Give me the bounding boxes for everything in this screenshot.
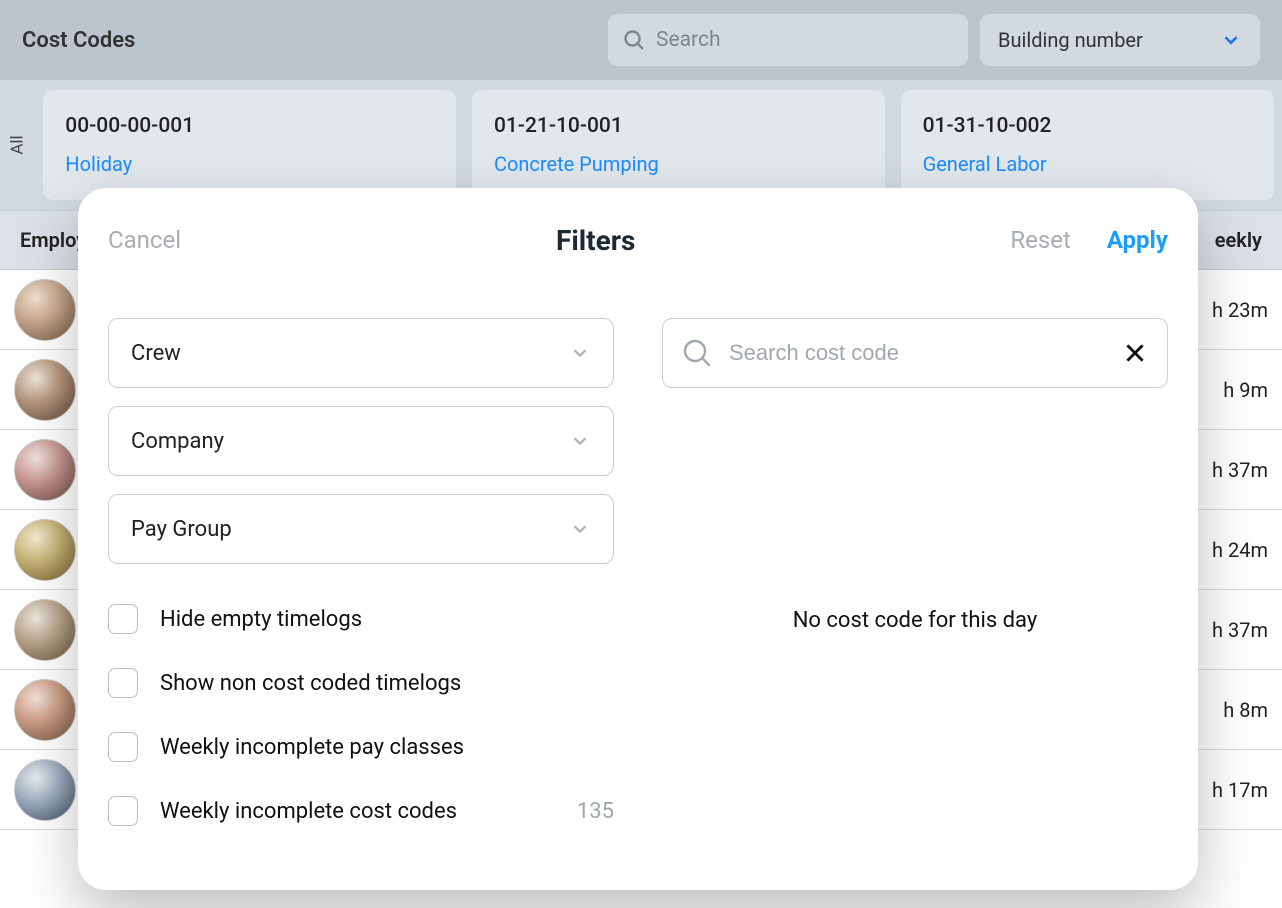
filters-right-column: No cost code for this day — [662, 318, 1168, 890]
chevron-down-icon — [569, 430, 591, 452]
checkbox-row-hide-empty: Hide empty timelogs — [108, 604, 614, 634]
checkbox-label: Show non cost coded timelogs — [160, 671, 614, 696]
cost-code-search-input[interactable] — [729, 340, 1105, 366]
company-select[interactable]: Company — [108, 406, 614, 476]
cost-code-search — [662, 318, 1168, 388]
checkbox-row-weekly-pay: Weekly incomplete pay classes — [108, 732, 614, 762]
checkbox-hide-empty[interactable] — [108, 604, 138, 634]
cancel-button[interactable]: Cancel — [108, 226, 181, 254]
reset-button[interactable]: Reset — [1010, 226, 1070, 254]
checkbox-list: Hide empty timelogs Show non cost coded … — [108, 604, 614, 826]
checkbox-weekly-cost[interactable] — [108, 796, 138, 826]
crew-select[interactable]: Crew — [108, 318, 614, 388]
apply-button[interactable]: Apply — [1107, 226, 1168, 254]
chevron-down-icon — [569, 342, 591, 364]
filters-modal: Cancel Filters Reset Apply Crew Company — [78, 188, 1198, 890]
checkbox-label: Weekly incomplete cost codes — [160, 799, 555, 824]
no-cost-code-message: No cost code for this day — [662, 608, 1168, 633]
chevron-down-icon — [569, 518, 591, 540]
checkbox-count: 135 — [577, 799, 614, 824]
pay-group-select[interactable]: Pay Group — [108, 494, 614, 564]
close-icon[interactable] — [1121, 339, 1149, 367]
checkbox-label: Hide empty timelogs — [160, 607, 614, 632]
modal-header: Cancel Filters Reset Apply — [78, 216, 1198, 264]
checkbox-row-weekly-cost: Weekly incomplete cost codes 135 — [108, 796, 614, 826]
select-label: Pay Group — [131, 517, 232, 542]
checkbox-row-show-non-cost: Show non cost coded timelogs — [108, 668, 614, 698]
checkbox-show-non-cost[interactable] — [108, 668, 138, 698]
select-label: Company — [131, 429, 224, 454]
filters-left-column: Crew Company Pay Group — [108, 318, 614, 890]
checkbox-label: Weekly incomplete pay classes — [160, 735, 614, 760]
modal-body: Crew Company Pay Group — [78, 264, 1198, 890]
checkbox-weekly-pay[interactable] — [108, 732, 138, 762]
modal-title: Filters — [556, 224, 635, 257]
search-icon — [681, 337, 713, 369]
select-label: Crew — [131, 341, 181, 366]
modal-overlay: Cancel Filters Reset Apply Crew Company — [0, 0, 1282, 908]
